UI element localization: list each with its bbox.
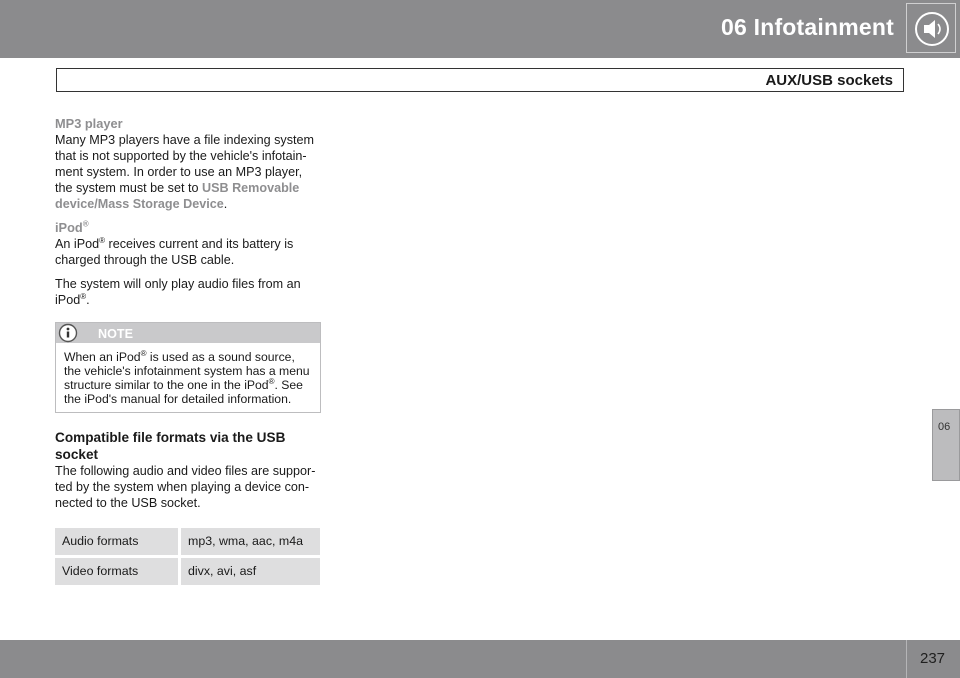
ipod-text: The system will only play audio files fr…	[55, 277, 301, 307]
format-label: Video formats	[55, 558, 181, 585]
section-title: AUX/USB sockets	[765, 72, 893, 89]
ipod-paragraph-2: The system will only play audio files fr…	[55, 276, 321, 308]
note-box: NOTE When an iPod® is used as a sound so…	[55, 322, 321, 413]
note-text: When an iPod® is used as a sound source,…	[56, 343, 320, 412]
page-number-box: 237	[906, 640, 960, 678]
ipod-heading: iPod®	[55, 220, 321, 236]
mp3-paragraph: Many MP3 players have a file indexing sy…	[55, 132, 321, 212]
ipod-paragraph-1: An iPod® receives current and its batter…	[55, 236, 321, 268]
note-text-part: When an iPod	[64, 350, 141, 364]
chapter-title: 06 Infotainment	[721, 14, 894, 40]
table-row: Video formats divx, avi, asf	[55, 558, 320, 585]
formats-table: Audio formats mp3, wma, aac, m4a Video f…	[55, 525, 320, 588]
note-header: NOTE	[56, 323, 320, 343]
format-value: mp3, wma, aac, m4a	[181, 528, 320, 555]
mp3-heading: MP3 player	[55, 116, 123, 131]
ipod-text: An iPod	[55, 237, 100, 251]
table-row: Audio formats mp3, wma, aac, m4a	[55, 528, 320, 555]
compat-paragraph: The following audio and video files are …	[55, 464, 316, 510]
format-value: divx, avi, asf	[181, 558, 320, 585]
chapter-tab-label: 06	[938, 421, 951, 433]
speaker-icon-box	[906, 3, 956, 53]
note-label: NOTE	[98, 327, 133, 341]
speaker-icon	[915, 12, 949, 46]
format-label: Audio formats	[55, 528, 181, 555]
compat-heading: Compatible file formats via the USB sock…	[55, 430, 286, 462]
info-icon	[58, 323, 78, 343]
footer-bar	[0, 640, 906, 678]
section-bar: AUX/USB sockets	[56, 68, 904, 92]
ipod-text: .	[86, 293, 90, 307]
reg-mark: ®	[82, 219, 89, 229]
page-number: 237	[920, 650, 946, 667]
mp3-text-end: .	[223, 197, 228, 211]
ipod-heading-text: iPod	[55, 220, 83, 235]
header-bar: 06 Infotainment	[0, 0, 960, 58]
chapter-tab: 06	[932, 409, 960, 481]
main-column: MP3 player Many MP3 players have a file …	[55, 116, 321, 588]
